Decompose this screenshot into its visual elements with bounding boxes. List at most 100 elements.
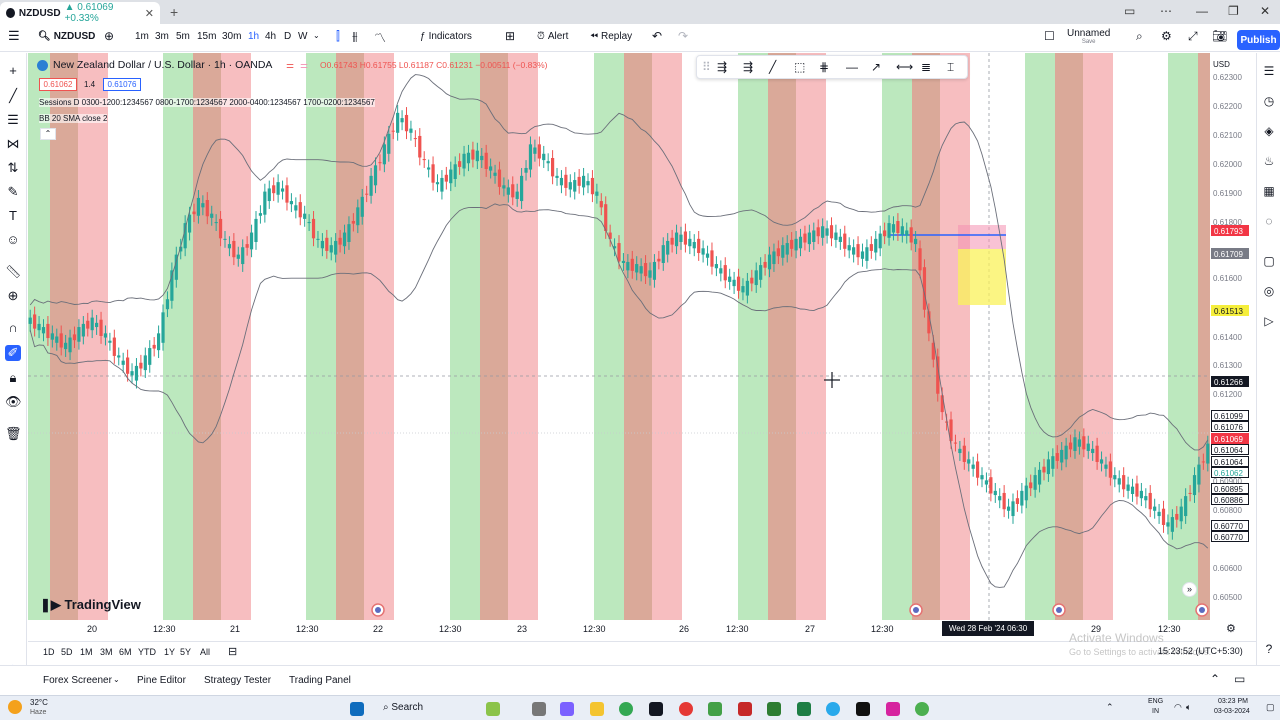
chart-clock[interactable]: 15:23:52 (UTC+5:30) <box>1158 646 1243 656</box>
chrome-alt-icon[interactable] <box>915 702 929 716</box>
range-1y[interactable]: 1Y <box>164 647 175 657</box>
hline-icon[interactable]: ⟷ <box>896 60 913 74</box>
trash-icon[interactable]: 🗑︎ <box>5 426 22 442</box>
teams-icon[interactable] <box>560 702 574 716</box>
app-red-icon[interactable] <box>679 702 693 716</box>
interval-4h[interactable]: 4h <box>265 31 276 42</box>
ideas-icon[interactable]: ◌ <box>1261 213 1277 229</box>
replay-button[interactable]: ⏪︎ Replay <box>590 31 632 42</box>
quick-search-icon[interactable]: ⌕ <box>1136 29 1143 44</box>
tab-trading-panel[interactable]: Trading Panel <box>289 675 351 686</box>
text-icon[interactable]: T <box>5 208 21 224</box>
excel-icon[interactable] <box>797 702 811 716</box>
publish-button[interactable]: Publish <box>1237 30 1280 50</box>
browser-tab[interactable]: NZDUSD ▲ 0.61069 +0.33% ✕ <box>0 2 160 24</box>
prediction-icon[interactable]: ⇅ <box>5 160 21 176</box>
notification-icon[interactable]: ▢ <box>1266 702 1275 713</box>
parallel-channel-icon[interactable]: ⇶ <box>743 60 753 74</box>
lang-label[interactable]: ENG <box>1148 698 1163 705</box>
alert-button[interactable]: ⏰︎ Alert <box>537 31 568 42</box>
widgets-icon[interactable] <box>486 702 500 716</box>
hotlist-icon[interactable]: ♨ <box>1261 153 1277 169</box>
compare-icon[interactable]: ⊕ <box>104 29 114 43</box>
tab-strategy-tester[interactable]: Strategy Tester <box>204 675 271 686</box>
brush-icon[interactable]: ✎ <box>5 184 21 200</box>
arrow-icon[interactable]: ↗ <box>871 60 881 74</box>
interval-15m[interactable]: 15m <box>197 31 216 42</box>
taskbar-search[interactable]: ⌕ Search <box>383 702 423 713</box>
app-gear-icon[interactable] <box>738 702 752 716</box>
zoom-in-icon[interactable]: ⊕ <box>5 288 21 304</box>
bars-style-icon[interactable]: ⫵ <box>352 29 358 44</box>
signal-icon[interactable]: ◎ <box>1261 283 1277 299</box>
symbol-search[interactable]: 🔍︎ NZDUSD <box>38 31 95 42</box>
bid-price[interactable]: 0.61062 <box>39 78 77 91</box>
rectangle-icon[interactable]: ⬚ <box>794 60 805 74</box>
layout-icon[interactable]: ☐ <box>1044 29 1055 43</box>
collapse-panel-icon[interactable]: ⌃ <box>1210 672 1220 686</box>
telegram-icon[interactable] <box>826 702 840 716</box>
collapse-legend-icon[interactable]: ⌃ <box>40 128 56 140</box>
range-all[interactable]: All <box>200 647 210 657</box>
restore-icon[interactable]: ❐ <box>1228 4 1239 18</box>
chrome-icon[interactable] <box>619 702 633 716</box>
line-style-icon[interactable]: 〽 <box>374 29 386 46</box>
camera-icon[interactable]: 📷︎ <box>1212 29 1227 43</box>
scroll-right-icon[interactable]: » <box>1182 582 1197 597</box>
sessions-indicator[interactable]: Sessions D 0300-1200:1234567 0800-1700:1… <box>39 98 375 107</box>
wifi-icon[interactable]: ◠ <box>1174 702 1182 713</box>
redo-icon[interactable]: ↷ <box>678 29 688 43</box>
new-tab-icon[interactable]: + <box>170 4 178 20</box>
horizontal-line-icon[interactable]: — <box>846 60 858 74</box>
range-5y[interactable]: 5Y <box>180 647 191 657</box>
drawing-mode-icon[interactable]: ✐ <box>5 345 21 361</box>
tradingview-app-icon[interactable] <box>649 702 663 716</box>
close-window-icon[interactable]: ✕ <box>1260 4 1270 18</box>
interval-dropdown-icon[interactable]: ⌄ <box>313 31 320 40</box>
templates-icon[interactable]: ⊞ <box>505 29 515 43</box>
range-5d[interactable]: 5D <box>61 647 73 657</box>
screener-dropdown-icon[interactable]: ⌄ <box>113 675 120 684</box>
app-green-icon[interactable] <box>708 702 722 716</box>
file-explorer-icon[interactable] <box>590 702 604 716</box>
interval-d[interactable]: D <box>284 31 291 42</box>
streams-icon[interactable]: ▷ <box>1261 313 1277 329</box>
layout-name[interactable]: Unnamed Save <box>1067 29 1110 47</box>
pattern-icon[interactable]: ⋈ <box>5 136 21 152</box>
close-tab-icon[interactable]: ✕ <box>145 7 154 20</box>
emoji-icon[interactable]: ☺ <box>5 232 21 248</box>
chart-pane[interactable] <box>28 53 1210 620</box>
chat-icon[interactable]: ▢ <box>1261 253 1277 269</box>
long-position-icon[interactable]: ⋕ <box>819 60 829 74</box>
calendar-icon[interactable]: ▦ <box>1261 183 1277 199</box>
lock-icon[interactable]: 🔒︎ <box>5 370 21 386</box>
tray-chevron-icon[interactable]: ⌃ <box>1106 702 1114 713</box>
minimize-icon[interactable]: — <box>1196 4 1208 18</box>
instagram-icon[interactable] <box>886 702 900 716</box>
candles-icon[interactable]: ⫿ <box>336 29 340 44</box>
menu-icon[interactable]: ☰ <box>8 28 20 44</box>
app-chart-icon[interactable] <box>767 702 781 716</box>
windows-start-icon[interactable] <box>350 702 364 716</box>
bb-indicator[interactable]: BB 20 SMA close 2 <box>39 114 108 123</box>
undo-icon[interactable]: ↶ <box>652 29 662 43</box>
range-3m[interactable]: 3M <box>100 647 113 657</box>
tab-forex-screener[interactable]: Forex Screener <box>43 675 112 686</box>
task-view-icon[interactable] <box>532 702 546 716</box>
ray-icon[interactable]: ╱ <box>769 60 776 74</box>
interval-5m[interactable]: 5m <box>176 31 190 42</box>
interval-3m[interactable]: 3m <box>155 31 169 42</box>
range-ytd[interactable]: YTD <box>138 647 156 657</box>
tab-pine-editor[interactable]: Pine Editor <box>137 675 186 686</box>
range-1m[interactable]: 1M <box>80 647 93 657</box>
text-cursor-icon[interactable]: ⌶ <box>947 60 954 75</box>
axis-settings-icon[interactable]: ⚙ <box>1226 622 1236 635</box>
fib-retracement-icon[interactable]: ≣ <box>921 60 931 74</box>
alerts-clock-icon[interactable]: ◷ <box>1261 93 1277 109</box>
fullscreen-icon[interactable]: ⤢ <box>1188 29 1198 44</box>
layers-icon[interactable]: ◈ <box>1261 123 1277 139</box>
maximize-panel-icon[interactable]: ▭ <box>1234 672 1245 686</box>
ruler-icon[interactable]: 📏︎ <box>5 264 22 280</box>
help-icon[interactable]: ? <box>1261 641 1277 657</box>
price-axis-currency[interactable]: USD <box>1213 60 1230 69</box>
